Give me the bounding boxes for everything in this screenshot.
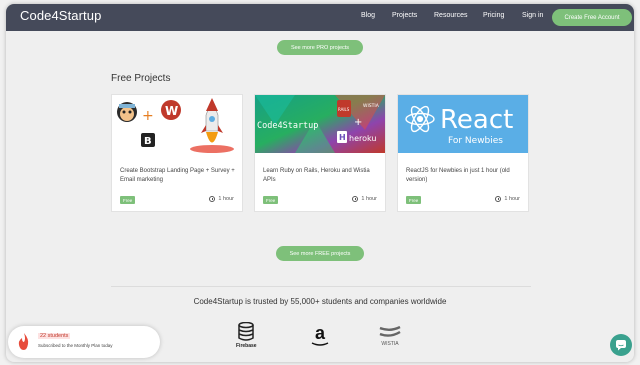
duration-label: 1 hour	[504, 196, 520, 202]
card-thumbnail-rails: Code4Startup RAILS WISTIA + H heroku	[255, 95, 385, 153]
see-more-free-button[interactable]: See more FREE projects	[276, 246, 364, 261]
svg-text:H: H	[339, 133, 346, 142]
thumb-react-title: React	[440, 105, 513, 135]
duration-label: 1 hour	[361, 196, 377, 202]
logo-wistia: WISTIA	[379, 326, 401, 347]
card-duration: 1 hour	[495, 196, 520, 202]
nav-link-pricing[interactable]: Pricing	[483, 12, 504, 19]
nav-link-projects[interactable]: Projects	[392, 12, 417, 19]
trusted-text: Code4Startup is trusted by 55,000+ stude…	[193, 297, 447, 306]
card-duration: 1 hour	[209, 196, 234, 202]
project-card[interactable]: Code4Startup RAILS WISTIA + H heroku Lea…	[254, 94, 386, 212]
chat-icon	[616, 340, 626, 351]
see-more-pro-button[interactable]: See more PRO projects	[277, 40, 363, 55]
create-account-button[interactable]: Create Free Account	[552, 9, 632, 26]
card-title: Create Bootstrap Landing Page + Survey +…	[120, 168, 235, 183]
logo-amazon: a	[311, 324, 329, 347]
clock-icon	[352, 196, 359, 202]
duration-label: 1 hour	[218, 196, 234, 202]
thumb-heroku-text: heroku	[349, 134, 376, 143]
free-badge: Free	[120, 196, 136, 204]
svg-text:+: +	[354, 117, 362, 128]
section-title: Free Projects	[111, 73, 171, 84]
thumb-react-sub: For Newbies	[448, 136, 503, 146]
logo-label: WISTIA	[381, 341, 399, 347]
logo-label: Firebase	[236, 343, 257, 349]
card-thumbnail-react: React For Newbies	[398, 95, 528, 153]
toast-count: 22 students	[38, 333, 71, 339]
react-icon	[405, 105, 435, 133]
flame-icon	[18, 333, 29, 350]
card-title: ReactJS for Newbies in just 1 hour (old …	[406, 168, 510, 183]
divider	[111, 286, 531, 287]
toast-text: Subscribed to the Monthly Plan today	[38, 343, 113, 348]
amazon-icon: a	[314, 323, 325, 343]
card-duration: 1 hour	[352, 196, 377, 202]
nav-link-signin[interactable]: Sign in	[522, 12, 543, 19]
wistia-icon	[379, 326, 401, 337]
card-title: Learn Ruby on Rails, Heroku and Wistia A…	[263, 168, 370, 183]
clock-icon	[209, 196, 216, 202]
project-card[interactable]: React For Newbies ReactJS for Newbies in…	[397, 94, 529, 212]
chat-button[interactable]	[610, 334, 632, 356]
logo-firebase: Firebase	[236, 322, 257, 349]
social-proof-toast[interactable]: 22 students Subscribed to the Monthly Pl…	[8, 326, 160, 358]
brand-logo[interactable]: Code4Startup	[20, 8, 101, 23]
nav-link-resources[interactable]: Resources	[434, 12, 467, 19]
nav-link-blog[interactable]: Blog	[361, 12, 375, 19]
browser-frame: Code4Startup Blog Projects Resources Pri…	[6, 4, 634, 362]
card-thumbnail-bootstrap: + W B	[112, 95, 242, 153]
thumb-wistia-text: WISTIA	[363, 103, 380, 109]
project-card[interactable]: + W B Create Bootstrap Landing Page + Su…	[111, 94, 243, 212]
svg-text:B: B	[144, 136, 152, 147]
clock-icon	[495, 196, 502, 202]
thumb-rails-text: RAILS	[338, 107, 350, 112]
firebase-icon	[238, 322, 255, 341]
svg-text:+: +	[142, 108, 154, 124]
svg-text:W: W	[165, 104, 178, 118]
top-nav: Code4Startup Blog Projects Resources Pri…	[6, 4, 634, 31]
thumb-brand-text: Code4Startup	[257, 121, 318, 131]
free-badge: Free	[263, 196, 279, 204]
free-badge: Free	[406, 196, 422, 204]
